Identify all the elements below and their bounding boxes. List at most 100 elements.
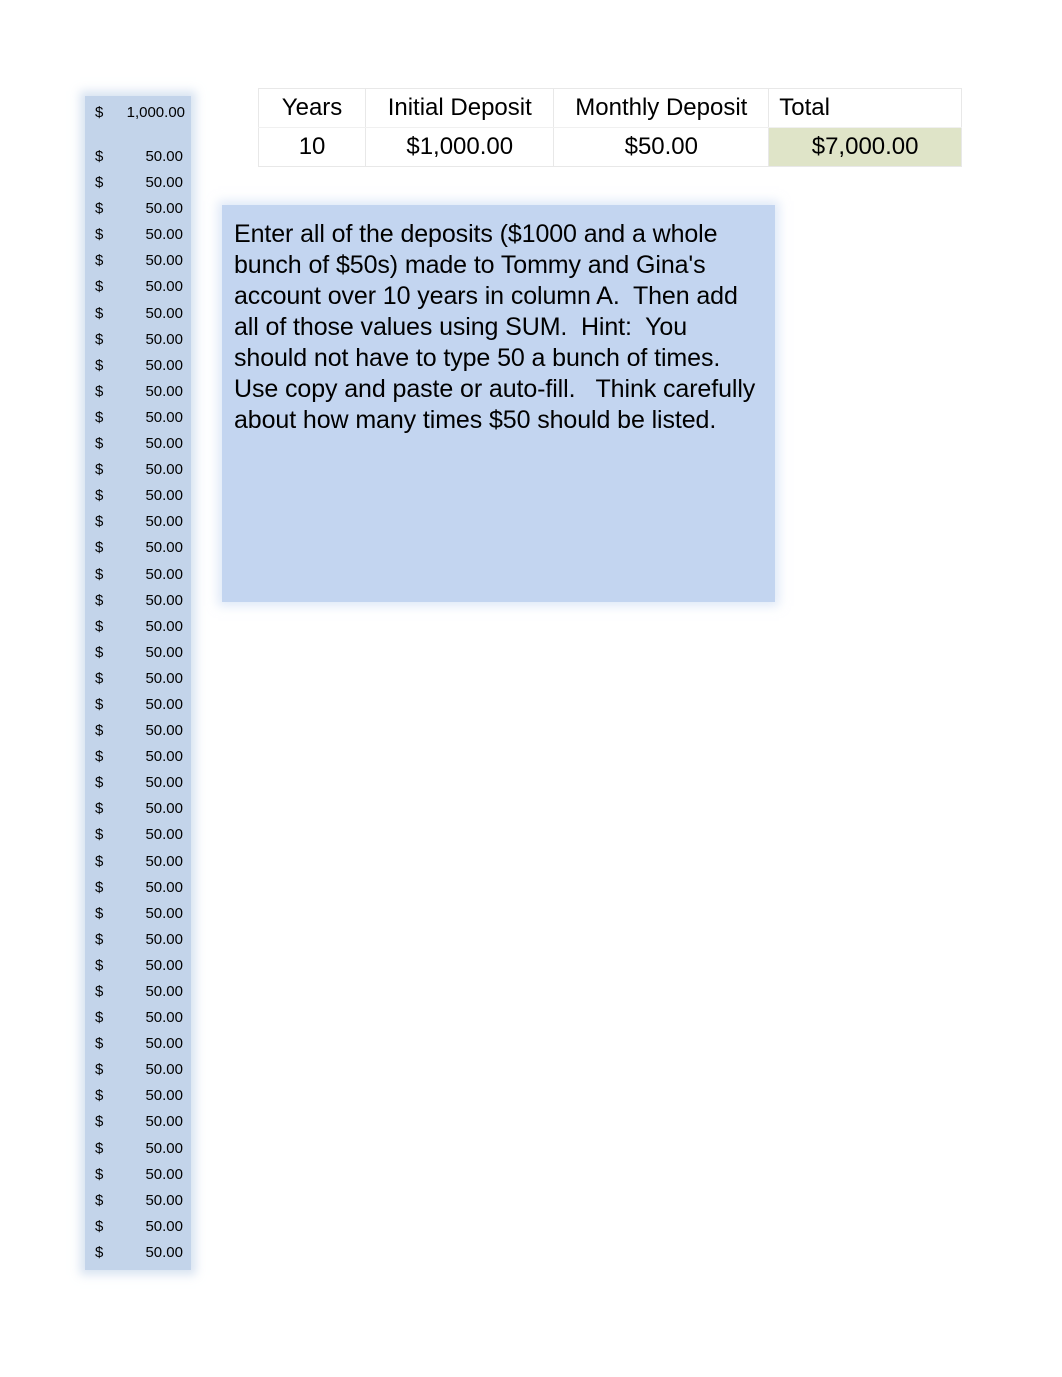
currency-symbol: $ bbox=[95, 226, 104, 244]
cell-monthly-deposit[interactable]: $50.00 bbox=[85, 222, 191, 248]
cell-monthly-deposit[interactable]: $50.00 bbox=[85, 535, 191, 561]
cell-value: 50.00 bbox=[145, 356, 183, 374]
cell-value: 50.00 bbox=[145, 226, 183, 244]
currency-symbol: $ bbox=[95, 800, 104, 818]
cell-monthly-deposit[interactable]: $50.00 bbox=[85, 170, 191, 196]
cell-monthly-deposit[interactable]: $50.00 bbox=[85, 1214, 191, 1240]
cell-monthly-deposit[interactable]: $50.00 bbox=[85, 274, 191, 300]
cell-value: 50.00 bbox=[145, 565, 183, 583]
currency-symbol: $ bbox=[95, 435, 104, 453]
cell-value: 50.00 bbox=[145, 461, 183, 479]
currency-symbol: $ bbox=[95, 930, 104, 948]
cell-monthly-deposit[interactable]: $50.00 bbox=[85, 901, 191, 927]
cell-monthly-deposit[interactable]: $50.00 bbox=[85, 666, 191, 692]
header-total[interactable]: Total bbox=[768, 88, 962, 128]
cell-monthly-deposit[interactable]: $50.00 bbox=[85, 614, 191, 640]
cell-value: 50.00 bbox=[145, 643, 183, 661]
cell-monthly-deposit[interactable]: $50.00 bbox=[85, 457, 191, 483]
cell-initial-deposit[interactable]: $ 1,000.00 bbox=[85, 96, 191, 130]
header-initial-deposit[interactable]: Initial Deposit bbox=[365, 88, 555, 128]
currency-symbol: $ bbox=[95, 252, 104, 270]
cell-monthly-deposit[interactable]: $50.00 bbox=[85, 327, 191, 353]
cell-monthly-deposit[interactable]: $50.00 bbox=[85, 822, 191, 848]
cell-value: 50.00 bbox=[145, 408, 183, 426]
value-monthly-deposit[interactable]: $50.00 bbox=[553, 127, 770, 167]
cell-value: 50.00 bbox=[145, 617, 183, 635]
cell-monthly-deposit[interactable]: $50.00 bbox=[85, 744, 191, 770]
currency-symbol: $ bbox=[95, 200, 104, 218]
cell-monthly-deposit[interactable]: $50.00 bbox=[85, 1005, 191, 1031]
cell-value: 50.00 bbox=[145, 591, 183, 609]
currency-symbol: $ bbox=[95, 487, 104, 505]
cell-monthly-deposit[interactable]: $50.00 bbox=[85, 483, 191, 509]
cell-monthly-deposit[interactable]: $50.00 bbox=[85, 640, 191, 666]
cell-monthly-deposit[interactable]: $50.00 bbox=[85, 1240, 191, 1266]
cell-monthly-deposit[interactable]: $50.00 bbox=[85, 562, 191, 588]
cell-monthly-deposit[interactable]: $50.00 bbox=[85, 1109, 191, 1135]
currency-symbol: $ bbox=[95, 356, 104, 374]
cell-monthly-deposit[interactable]: $50.00 bbox=[85, 301, 191, 327]
currency-symbol: $ bbox=[95, 539, 104, 557]
cell-monthly-deposit[interactable]: $50.00 bbox=[85, 1031, 191, 1057]
cell-monthly-deposit[interactable]: $50.00 bbox=[85, 1162, 191, 1188]
cell-monthly-deposit[interactable]: $50.00 bbox=[85, 353, 191, 379]
currency-symbol: $ bbox=[95, 1165, 104, 1183]
cell-monthly-deposit[interactable]: $50.00 bbox=[85, 196, 191, 222]
cell-monthly-deposit[interactable]: $50.00 bbox=[85, 770, 191, 796]
cell-value: 50.00 bbox=[145, 330, 183, 348]
instruction-textbox[interactable]: Enter all of the deposits ($1000 and a w… bbox=[222, 205, 775, 602]
cell-monthly-deposit[interactable]: $50.00 bbox=[85, 509, 191, 535]
cell-monthly-deposit[interactable]: $50.00 bbox=[85, 953, 191, 979]
currency-symbol: $ bbox=[95, 643, 104, 661]
currency-symbol: $ bbox=[95, 565, 104, 583]
currency-symbol: $ bbox=[95, 722, 104, 740]
cell-monthly-deposit[interactable]: $50.00 bbox=[85, 431, 191, 457]
cell-value: 50.00 bbox=[145, 148, 183, 165]
cell-value: 50.00 bbox=[145, 1061, 183, 1079]
cell-value: 50.00 bbox=[145, 800, 183, 818]
currency-symbol: $ bbox=[95, 1243, 104, 1261]
cell-value: 50.00 bbox=[145, 904, 183, 922]
cell-monthly-deposit[interactable]: $50.00 bbox=[85, 718, 191, 744]
cell-monthly-deposit[interactable]: $50.00 bbox=[85, 979, 191, 1005]
header-years[interactable]: Years bbox=[257, 88, 367, 128]
cell-monthly-deposit[interactable]: $50.00 bbox=[85, 1136, 191, 1162]
cell-monthly-deposit[interactable]: $50.00 bbox=[85, 875, 191, 901]
currency-symbol: $ bbox=[95, 904, 104, 922]
value-total[interactable]: $7,000.00 bbox=[768, 127, 962, 167]
value-years[interactable]: 10 bbox=[257, 127, 367, 167]
cell-value: 50.00 bbox=[145, 956, 183, 974]
currency-symbol: $ bbox=[95, 774, 104, 792]
currency-symbol: $ bbox=[95, 826, 104, 844]
cell-value: 50.00 bbox=[145, 1087, 183, 1105]
cell-monthly-deposit[interactable]: $50.00 bbox=[85, 796, 191, 822]
cell-monthly-deposit[interactable]: $50.00 bbox=[85, 849, 191, 875]
cell-monthly-deposit[interactable]: $50.00 bbox=[85, 1057, 191, 1083]
cell-value: 50.00 bbox=[145, 382, 183, 400]
cell-value: 50.00 bbox=[145, 435, 183, 453]
cell-value: 50.00 bbox=[145, 487, 183, 505]
cell-value: 50.00 bbox=[145, 774, 183, 792]
cell-value: 50.00 bbox=[145, 1035, 183, 1053]
currency-symbol: $ bbox=[95, 461, 104, 479]
currency-symbol: $ bbox=[95, 1061, 104, 1079]
cell-monthly-deposit[interactable]: $50.00 bbox=[85, 405, 191, 431]
currency-symbol: $ bbox=[95, 304, 104, 322]
cell-monthly-deposit[interactable]: $50.00 bbox=[85, 379, 191, 405]
header-monthly-deposit[interactable]: Monthly Deposit bbox=[553, 88, 770, 128]
cell-monthly-deposit[interactable]: $50.00 bbox=[85, 588, 191, 614]
cell-monthly-deposit[interactable]: $50.00 bbox=[85, 692, 191, 718]
cell-value: 50.00 bbox=[145, 252, 183, 270]
cell-monthly-deposit[interactable]: $50.00 bbox=[85, 248, 191, 274]
value-initial-deposit[interactable]: $1,000.00 bbox=[365, 127, 555, 167]
deposit-column[interactable]: $ 1,000.00 $50.00 $50.00 $50.00 $50.00 $50.0… bbox=[85, 96, 191, 1271]
cell-empty[interactable] bbox=[85, 130, 191, 144]
cell-value: 50.00 bbox=[145, 513, 183, 531]
cell-monthly-deposit[interactable]: $50.00 bbox=[85, 1083, 191, 1109]
currency-symbol: $ bbox=[95, 408, 104, 426]
cell-monthly-deposit[interactable]: $50.00 bbox=[85, 144, 191, 170]
summary-table: Years Initial Deposit Monthly Deposit To… bbox=[257, 88, 962, 167]
cell-value: 50.00 bbox=[145, 200, 183, 218]
cell-monthly-deposit[interactable]: $50.00 bbox=[85, 927, 191, 953]
cell-monthly-deposit[interactable]: $50.00 bbox=[85, 1188, 191, 1214]
